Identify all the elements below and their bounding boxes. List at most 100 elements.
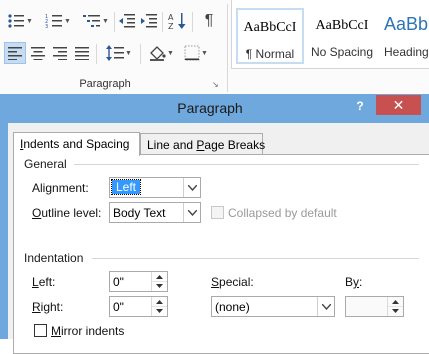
svg-text:A: A [168,13,174,22]
by-label: By: [345,275,363,289]
dialog-titlebar[interactable]: Paragraph ? ✕ [0,94,429,122]
tab-label-start: Line and [147,138,197,152]
tab-panel: General Alignment: Left Outline level: B… [13,154,429,354]
dialog-title: Paragraph [177,100,243,116]
chevron-down-icon: ▼ [125,49,132,57]
align-right-button[interactable] [50,42,70,64]
chevron-down-icon: ▼ [201,49,208,57]
alignment-value: Left [110,179,142,195]
spinner-buttons [151,272,167,291]
alignment-select[interactable]: Left [109,177,201,198]
left-indent-label: Left: [32,275,56,289]
multilevel-list-icon [83,13,101,29]
shading-icon [148,45,166,61]
close-button[interactable]: ✕ [376,95,421,115]
chevron-down-icon: ▼ [26,17,33,25]
svg-text:3: 3 [45,24,48,29]
chevron-down-icon: ▼ [167,49,174,57]
chevron-down-icon[interactable] [183,203,200,222]
paragraph-dialog: Paragraph ? ✕ Indents and Spacing Line a… [0,94,429,354]
center-button[interactable] [28,42,48,64]
style-sample: AaBbCcI [315,18,369,33]
ribbon-divider [114,12,115,32]
style-no-spacing[interactable]: AaBbCcI No Spacing [306,8,378,64]
sort-icon: AZ [168,12,186,30]
section-divider [74,164,419,165]
left-indent-spinner[interactable]: 0" [109,271,168,292]
shading-button[interactable]: ▼ [144,42,178,64]
tab-line-and-page-breaks[interactable]: Line and Page Breaks [140,133,266,155]
tab-indents-and-spacing[interactable]: Indents and Spacing [13,132,140,156]
show-formatting-icon: ¶ [204,12,214,29]
sort-button[interactable]: AZ [166,10,188,32]
ribbon-divider [140,44,141,64]
justify-button[interactable] [72,42,92,64]
special-label: Special: [211,275,254,289]
show-formatting-button[interactable]: ¶ [198,10,220,32]
alignment-label: Alignment: [32,181,89,195]
align-left-icon [8,46,22,60]
styles-gallery: AaBbCcI ¶ Normal AaBbCcI No Spacing AaBb… [231,0,429,69]
style-normal[interactable]: AaBbCcI ¶ Normal [236,8,304,64]
spinner-buttons [387,297,403,316]
increase-indent-icon [140,13,158,29]
chevron-down-icon[interactable] [317,297,334,316]
dialog-launcher-icon[interactable]: ↘ [212,80,221,89]
ribbon-divider [96,44,97,64]
borders-button[interactable]: ▼ [180,42,212,64]
increase-indent-button[interactable] [139,10,159,32]
ribbon-divider [162,12,163,32]
by-spinner[interactable] [345,296,404,317]
chevron-down-icon: ▼ [102,17,109,25]
dialog-client-area: Indents and Spacing Line and Page Breaks… [8,123,429,354]
borders-icon [184,45,200,61]
style-name: Heading [384,45,429,59]
align-left-button[interactable] [4,42,26,64]
general-section-title: General [24,157,67,171]
decrease-indent-icon [118,13,136,29]
style-sample: AaBbC [384,14,429,34]
outline-level-select[interactable]: Body Text [109,202,201,223]
ribbon: ▼ 123 ▼ ▼ AZ ¶ ▼ ▼ ▼ Paragraph ↘ AaBbCcI… [0,0,429,97]
outline-level-label: Outline level: [32,206,102,220]
numbering-icon: 123 [45,13,63,29]
multilevel-list-button[interactable]: ▼ [78,10,114,32]
justify-icon [75,46,89,60]
right-indent-value: 0" [113,300,124,314]
svg-text:Z: Z [168,22,174,30]
special-value: (none) [215,300,250,314]
left-indent-value: 0" [113,275,124,289]
spin-down-icon[interactable] [152,306,167,315]
numbering-button[interactable]: 123 ▼ [40,10,76,32]
right-indent-label: Right: [32,300,64,314]
collapsed-by-default-checkbox[interactable] [211,206,224,219]
chevron-down-icon[interactable] [183,178,200,197]
chevron-down-icon: ▼ [64,17,71,25]
bullets-button[interactable]: ▼ [2,10,38,32]
mirror-indents-label: Mirror indents [51,324,125,338]
style-sample: AaBbCcI [243,20,297,35]
spin-down-icon[interactable] [388,306,403,315]
ribbon-group-divider [227,4,228,92]
align-right-icon [53,46,67,60]
line-spacing-button[interactable]: ▼ [102,42,136,64]
indentation-section-title: Indentation [24,251,84,265]
close-icon: ✕ [392,97,405,113]
mirror-indents-checkbox[interactable] [34,324,47,337]
style-name: No Spacing [310,45,374,59]
tab-label: ndents and Spacing [23,137,130,151]
special-select[interactable]: (none) [211,296,335,317]
style-heading[interactable]: AaBbC Heading [380,8,429,64]
decrease-indent-button[interactable] [117,10,137,32]
center-icon [31,46,45,60]
line-spacing-icon [106,45,125,61]
paragraph-group-label: Paragraph [79,78,131,90]
spinner-buttons [151,297,167,316]
help-button[interactable]: ? [352,97,368,115]
section-divider [92,258,419,259]
spin-down-icon[interactable] [152,281,167,290]
collapsed-by-default-label: Collapsed by default [228,206,337,220]
right-indent-spinner[interactable]: 0" [109,296,168,317]
outline-level-value: Body Text [113,206,166,220]
tab-label: age Breaks [204,138,266,152]
